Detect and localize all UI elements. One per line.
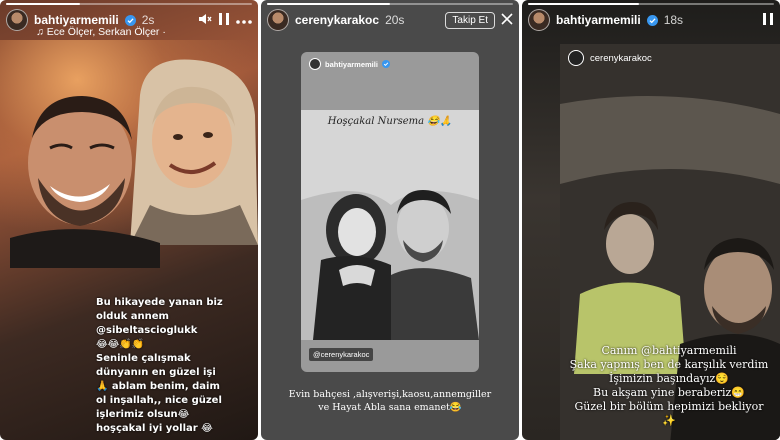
- verified-badge-icon: [381, 60, 390, 68]
- caption-line: Güzel bir bölüm hepimizi bekliyor: [574, 400, 764, 413]
- caption-line: olduk annem: [96, 311, 169, 322]
- caption-line: 😂😂👏👏: [96, 339, 145, 350]
- caption-mention[interactable]: @sibeltascioglukk: [96, 324, 256, 338]
- caption-line: işlerimiz olsun😂: [96, 409, 190, 420]
- caption-line: Seninle çalışmak: [96, 353, 191, 364]
- story-panel-2[interactable]: cerenykarakoc 20s Takip Et bahtiyarmemil…: [261, 0, 519, 440]
- username[interactable]: bahtiyarmemili: [34, 13, 119, 27]
- caption-line: Canım @bahtiyarmemili: [601, 344, 737, 357]
- caption-line: Evin bahçesi ,alışverişi,kaosu,annemgill…: [288, 389, 492, 400]
- reshared-story-card[interactable]: bahtiyarmemili Hoşçakal Nursema 😂🙏 @cere…: [301, 52, 479, 372]
- more-icon[interactable]: [236, 13, 252, 27]
- reshared-story-header: bahtiyarmemili: [309, 58, 390, 70]
- reshared-username[interactable]: bahtiyarmemili: [325, 60, 378, 69]
- username[interactable]: bahtiyarmemili: [556, 13, 641, 27]
- caption-line: İşimizin başındayız😌: [608, 372, 730, 385]
- follow-button[interactable]: Takip Et: [445, 11, 495, 29]
- story-time: 2s: [141, 13, 155, 27]
- story-progress-bar: [267, 3, 513, 5]
- pause-icon[interactable]: [762, 12, 774, 28]
- story-1-caption: Bu hikayede yanan biz olduk annem @sibel…: [96, 296, 256, 436]
- caption-line: hoşçakal iyi yollar 😂: [96, 423, 213, 434]
- mention-sticker[interactable]: @cerenykarakoc: [309, 348, 374, 361]
- story-2-caption: Evin bahçesi ,alışverişi,kaosu,annemgill…: [277, 388, 503, 414]
- story-3-caption: Canım @bahtiyarmemili Şaka yapmış ben de…: [558, 344, 780, 428]
- username[interactable]: cerenykarakoc: [295, 13, 379, 27]
- close-icon[interactable]: [501, 13, 513, 27]
- reshared-username[interactable]: cerenykarakoc: [590, 53, 652, 64]
- caption-line: Bu akşam yine beraberiz😁: [592, 386, 746, 399]
- story-time: 20s: [385, 13, 405, 27]
- avatar[interactable]: [267, 9, 289, 31]
- story-header: cerenykarakoc 20s Takip Et: [267, 8, 513, 32]
- caption-line: Şaka yapmış ben de karşılık verdim: [569, 358, 769, 371]
- avatar[interactable]: [568, 50, 584, 66]
- story-time: 18s: [663, 13, 684, 27]
- reshared-story-header: cerenykarakoc: [568, 50, 652, 66]
- story-2-photo: [301, 110, 479, 340]
- story-panel-1[interactable]: bahtiyarmemili 2s ♫ Ece Ölçer, Serkan Öl…: [0, 0, 258, 440]
- pause-icon[interactable]: [218, 12, 230, 28]
- music-label[interactable]: ♫ Ece Ölçer, Serkan Ölçer ·: [36, 26, 166, 38]
- avatar[interactable]: [309, 58, 321, 70]
- avatar[interactable]: [6, 9, 28, 31]
- caption-line: ✨: [662, 414, 676, 427]
- caption-line: ve Hayat Abla sana emanet😂: [318, 402, 462, 413]
- story-progress-bar: [6, 3, 252, 5]
- story-progress-bar: [528, 3, 774, 5]
- music-icon: ♫: [36, 26, 47, 38]
- verified-badge-icon: [124, 14, 136, 26]
- reshared-story-title: Hoşçakal Nursema 😂🙏: [327, 116, 453, 127]
- story-panel-3[interactable]: bahtiyarmemili 18s cerenykarakoc Canım @…: [522, 0, 780, 440]
- avatar[interactable]: [528, 9, 550, 31]
- story-header: bahtiyarmemili 18s: [528, 8, 774, 32]
- caption-line: dünyanın en güzel işi: [96, 367, 216, 378]
- music-text: Ece Ölçer, Serkan Ölçer ·: [46, 26, 166, 38]
- caption-line: 🙏 ablam benim, daim: [96, 381, 220, 392]
- verified-badge-icon: [646, 14, 658, 26]
- mute-icon[interactable]: [198, 12, 212, 28]
- story-1-photo-man: [10, 96, 160, 268]
- caption-line: ol inşallah,, nice güzel: [96, 395, 222, 406]
- caption-line: Bu hikayede yanan biz: [96, 297, 223, 308]
